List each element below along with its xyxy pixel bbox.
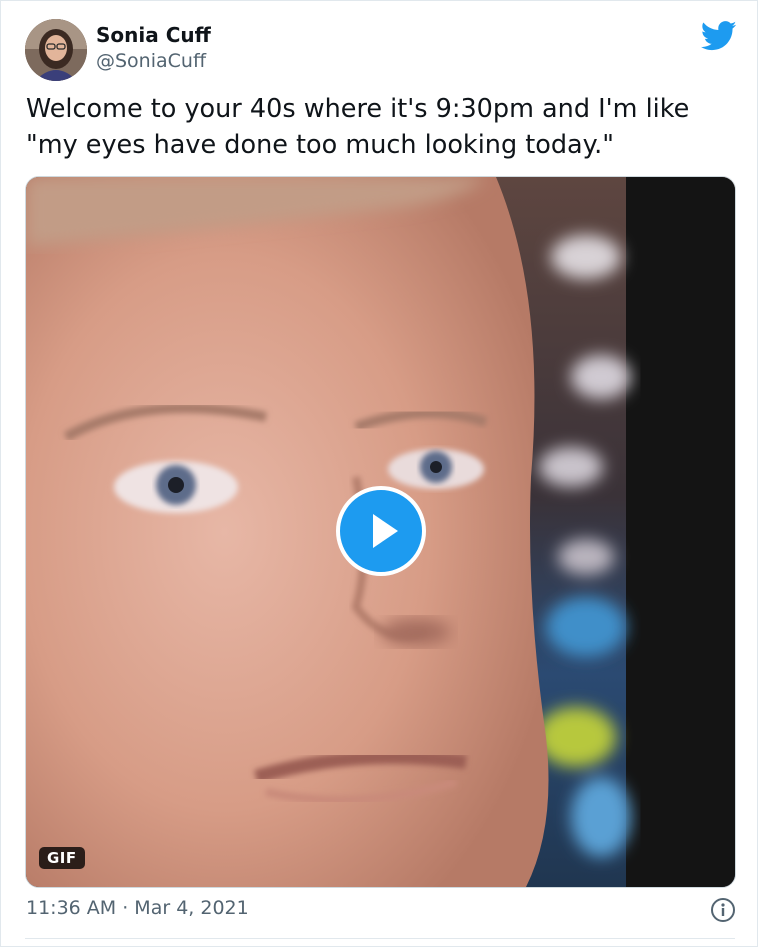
gif-badge: GIF [39, 847, 85, 869]
tweet-text-line: "my eyes have done too much looking toda… [26, 130, 614, 160]
tweet-card: Sonia Cuff @SoniaCuff Welcome to your 40… [0, 0, 758, 947]
author-handle[interactable]: @SoniaCuff [96, 50, 206, 72]
play-icon [373, 514, 398, 548]
info-icon[interactable] [710, 897, 736, 923]
author-avatar[interactable] [25, 19, 87, 81]
tweet-timestamp[interactable]: 11:36 AM · Mar 4, 2021 [26, 897, 249, 919]
twitter-bird-icon[interactable] [700, 21, 737, 51]
play-button[interactable] [336, 486, 426, 576]
tweet-text-line: Welcome to your 40s where it's 9:30pm an… [26, 94, 690, 124]
gif-media[interactable]: GIF [25, 176, 736, 888]
author-name[interactable]: Sonia Cuff [96, 23, 211, 47]
divider [25, 938, 735, 939]
tweet-text: Welcome to your 40s where it's 9:30pm an… [26, 91, 726, 163]
